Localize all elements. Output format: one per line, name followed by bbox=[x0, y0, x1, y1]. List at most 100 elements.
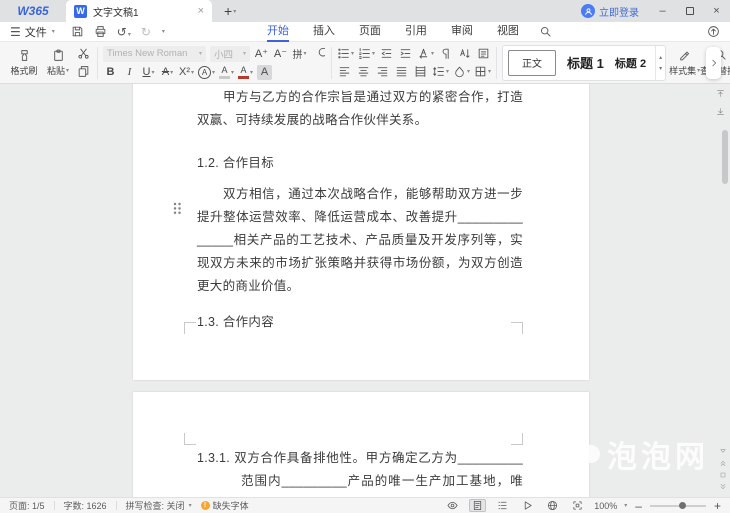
document-page-1[interactable]: 甲方与乙方的合作宗旨是通过双方的紧密合作，打造双赢、可持续发展的战略合作伙伴关系… bbox=[133, 84, 589, 380]
print-icon[interactable] bbox=[94, 25, 107, 38]
app-logo[interactable]: W365 bbox=[0, 4, 66, 18]
character-shading-button[interactable]: A bbox=[257, 65, 272, 80]
statusbar-divider bbox=[116, 501, 117, 510]
redo-icon[interactable]: ↻ bbox=[141, 26, 151, 38]
format-painter-button[interactable]: 格式刷 bbox=[7, 43, 41, 83]
text-direction-button[interactable]: ▾ bbox=[417, 46, 434, 61]
styles-spinner-up-icon[interactable]: ▴ bbox=[659, 54, 662, 61]
zoom-slider[interactable] bbox=[650, 505, 706, 507]
document-tab[interactable]: W 文字文稿1 × bbox=[66, 0, 212, 22]
clear-format-button[interactable] bbox=[311, 46, 326, 61]
cut-copy-column bbox=[77, 47, 90, 78]
styles-spinner-down-icon[interactable]: ▾ bbox=[659, 65, 662, 72]
paragraph-mark-icon bbox=[439, 47, 452, 60]
bold-button[interactable]: B bbox=[103, 65, 118, 80]
tab-home[interactable]: 开始 bbox=[255, 22, 301, 42]
eye-protect-button[interactable] bbox=[444, 499, 461, 512]
sort-button[interactable] bbox=[457, 46, 472, 61]
fit-page-button[interactable] bbox=[569, 499, 586, 512]
align-center-button[interactable] bbox=[356, 64, 371, 79]
enclose-character-button[interactable]: A▾ bbox=[198, 65, 215, 80]
save-icon[interactable] bbox=[71, 25, 84, 38]
search-button[interactable] bbox=[539, 25, 552, 38]
tab-view[interactable]: 视图 bbox=[485, 22, 531, 42]
superscript-button[interactable]: X²▾ bbox=[179, 65, 194, 80]
word-count[interactable]: 字数: 1626 bbox=[64, 499, 107, 512]
cut-icon[interactable] bbox=[77, 47, 90, 60]
grow-font-button[interactable]: A⁺ bbox=[254, 46, 269, 61]
shading-button[interactable]: ▾ bbox=[453, 64, 470, 79]
close-window-button[interactable]: × bbox=[703, 0, 730, 22]
zoom-slider-knob[interactable] bbox=[679, 502, 686, 509]
avatar-icon bbox=[581, 4, 595, 18]
ribbon-expand-button[interactable] bbox=[706, 47, 721, 79]
share-upload-button[interactable] bbox=[707, 25, 720, 38]
style-normal[interactable]: 正文 bbox=[508, 50, 556, 76]
tab-close-icon[interactable]: × bbox=[198, 5, 204, 17]
new-tab-button[interactable]: + bbox=[224, 3, 232, 19]
font-color-button[interactable]: A▾ bbox=[238, 65, 253, 80]
scroll-to-top-icon[interactable] bbox=[716, 89, 725, 98]
paste-button[interactable]: 粘贴▾ bbox=[41, 43, 75, 83]
tab-list-chevron-icon[interactable]: ▾ bbox=[233, 8, 236, 15]
page-view-button[interactable] bbox=[469, 499, 486, 512]
web-layout-button[interactable] bbox=[544, 499, 561, 512]
minimize-button[interactable]: – bbox=[649, 0, 676, 22]
zoom-level-dropdown[interactable]: 100%▾ bbox=[594, 501, 627, 511]
zoom-in-button[interactable]: + bbox=[714, 499, 721, 513]
borders-button[interactable]: ▾ bbox=[474, 64, 491, 79]
scroll-to-bottom-icon[interactable] bbox=[716, 107, 725, 116]
line-spacing-button[interactable]: ▾ bbox=[432, 64, 449, 79]
numbered-list-button[interactable]: ▾ bbox=[358, 46, 375, 61]
spellcheck-status[interactable]: 拼写检查: 关闭▾ bbox=[126, 499, 192, 512]
document-page-2[interactable]: 1.3.1. 双方合作具备排他性。甲方确定乙方为_________范围内____… bbox=[133, 392, 589, 497]
style-heading1[interactable]: 标题 1 bbox=[567, 53, 604, 72]
tab-page[interactable]: 页面 bbox=[347, 22, 393, 42]
bullet-list-button[interactable]: ▾ bbox=[337, 46, 354, 61]
show-paragraph-marks-button[interactable] bbox=[438, 46, 453, 61]
italic-button[interactable]: I bbox=[122, 65, 137, 80]
statusbar-right: 100%▾ – + bbox=[444, 499, 721, 513]
style-set-button[interactable]: 样式集▾ bbox=[669, 48, 700, 77]
fullscreen-play-button[interactable] bbox=[519, 499, 536, 512]
page-indicator[interactable]: 页面: 1/5 bbox=[9, 499, 45, 512]
outline-view-button[interactable] bbox=[494, 499, 511, 512]
paragraph-drag-handle[interactable] bbox=[173, 202, 182, 215]
text-tools-button[interactable] bbox=[476, 46, 491, 61]
quick-access-more-icon[interactable]: ▾ bbox=[162, 28, 165, 35]
distribute-button[interactable] bbox=[413, 64, 428, 79]
underline-glyph: U bbox=[143, 66, 151, 78]
superscript-glyph: X² bbox=[179, 66, 190, 78]
tab-reference[interactable]: 引用 bbox=[393, 22, 439, 42]
document-canvas[interactable]: 甲方与乙方的合作宗旨是通过双方的紧密合作，打造双赢、可持续发展的战略合作伙伴关系… bbox=[0, 84, 730, 497]
file-menu-button[interactable]: ☰ 文件 ▾ bbox=[10, 24, 55, 40]
scroll-down-icon[interactable] bbox=[719, 447, 727, 455]
previous-page-icon[interactable] bbox=[719, 459, 727, 467]
align-left-button[interactable] bbox=[337, 64, 352, 79]
font-size-select[interactable]: 小四 ▾ bbox=[210, 46, 250, 62]
browse-object-icon[interactable] bbox=[719, 471, 727, 479]
decrease-indent-button[interactable] bbox=[379, 46, 394, 61]
phonetic-guide-button[interactable]: 拼▾ bbox=[292, 46, 307, 61]
justify-button[interactable] bbox=[394, 64, 409, 79]
increase-indent-button[interactable] bbox=[398, 46, 413, 61]
font-name-select[interactable]: Times New Roman ▾ bbox=[103, 46, 206, 62]
maximize-icon bbox=[686, 7, 694, 15]
maximize-button[interactable] bbox=[676, 0, 703, 22]
missing-font-warning[interactable]: ! 缺失字体 bbox=[201, 499, 249, 512]
shrink-font-button[interactable]: A⁻ bbox=[273, 46, 288, 61]
tab-review[interactable]: 审阅 bbox=[439, 22, 485, 42]
vertical-scrollbar-thumb[interactable] bbox=[722, 130, 728, 184]
undo-chevron-icon[interactable]: ▾ bbox=[128, 32, 131, 38]
copy-icon[interactable] bbox=[77, 65, 90, 78]
text-highlight-button[interactable]: A▾ bbox=[219, 65, 234, 80]
tab-insert[interactable]: 插入 bbox=[301, 22, 347, 42]
undo-button[interactable]: ↺▾ bbox=[117, 25, 131, 39]
strikethrough-button[interactable]: A▾ bbox=[160, 65, 175, 80]
align-right-button[interactable] bbox=[375, 64, 390, 79]
underline-button[interactable]: U▾ bbox=[141, 65, 156, 80]
login-button[interactable]: 立即登录 bbox=[581, 4, 639, 19]
style-heading2[interactable]: 标题 2 bbox=[615, 55, 646, 71]
next-page-icon[interactable] bbox=[719, 483, 727, 491]
zoom-out-button[interactable]: – bbox=[635, 499, 642, 513]
